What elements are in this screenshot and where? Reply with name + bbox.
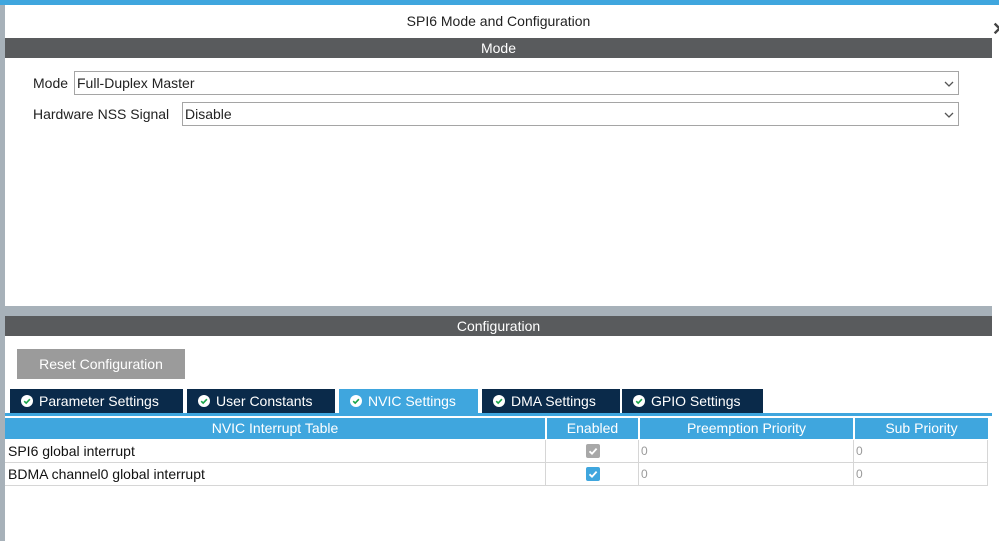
- preemption-priority-cell[interactable]: 0: [639, 440, 854, 463]
- chevron-down-icon: [944, 81, 954, 87]
- enabled-cell[interactable]: [546, 463, 639, 486]
- mode-select[interactable]: Full-Duplex Master: [74, 71, 959, 95]
- tab-gpio-settings[interactable]: GPIO Settings: [622, 389, 763, 413]
- enabled-cell[interactable]: [546, 440, 639, 463]
- tab-label: Parameter Settings: [39, 393, 159, 409]
- check-circle-icon: [198, 395, 210, 407]
- hardware-nss-select[interactable]: Disable: [182, 102, 959, 126]
- check-circle-icon: [633, 395, 645, 407]
- check-circle-icon: [21, 395, 33, 407]
- mode-label: Mode: [33, 75, 69, 91]
- configuration-section-header: Configuration: [5, 316, 992, 336]
- sub-priority-cell[interactable]: 0: [854, 463, 988, 486]
- column-header-enabled[interactable]: Enabled: [547, 418, 638, 439]
- column-header-sub-priority[interactable]: Sub Priority: [855, 418, 988, 439]
- tab-parameter-settings[interactable]: Parameter Settings: [10, 389, 183, 413]
- window-title: SPI6 Mode and Configuration: [5, 5, 992, 38]
- reset-configuration-button[interactable]: Reset Configuration: [17, 349, 185, 379]
- tab-nvic-settings[interactable]: NVIC Settings: [339, 389, 478, 413]
- check-circle-icon: [350, 395, 362, 407]
- hardware-nss-label: Hardware NSS Signal: [33, 106, 170, 122]
- mode-section-header: Mode: [5, 38, 992, 58]
- tab-user-constants[interactable]: User Constants: [187, 389, 335, 413]
- preemption-priority-cell[interactable]: 0: [639, 463, 854, 486]
- table-row-interrupt-name: BDMA channel0 global interrupt: [5, 463, 546, 486]
- column-header-preemption[interactable]: Preemption Priority: [640, 418, 853, 439]
- column-header-interrupt[interactable]: NVIC Interrupt Table: [5, 418, 545, 439]
- tab-label: User Constants: [216, 393, 313, 409]
- tab-underline: [5, 413, 992, 416]
- panel-splitter[interactable]: [5, 306, 992, 316]
- tab-label: NVIC Settings: [368, 393, 456, 409]
- sub-priority-cell[interactable]: 0: [854, 440, 988, 463]
- close-icon[interactable]: ✕: [992, 18, 999, 40]
- chevron-down-icon: [944, 112, 954, 118]
- mode-select-value: Full-Duplex Master: [77, 75, 195, 91]
- tab-dma-settings[interactable]: DMA Settings: [482, 389, 620, 413]
- check-circle-icon: [493, 395, 505, 407]
- tab-label: DMA Settings: [511, 393, 596, 409]
- checkbox-icon: [586, 467, 600, 481]
- hardware-nss-select-value: Disable: [185, 106, 232, 122]
- table-row-interrupt-name: SPI6 global interrupt: [5, 440, 546, 463]
- checkbox-icon: [586, 444, 600, 458]
- tab-label: GPIO Settings: [651, 393, 741, 409]
- mode-panel: [5, 58, 992, 306]
